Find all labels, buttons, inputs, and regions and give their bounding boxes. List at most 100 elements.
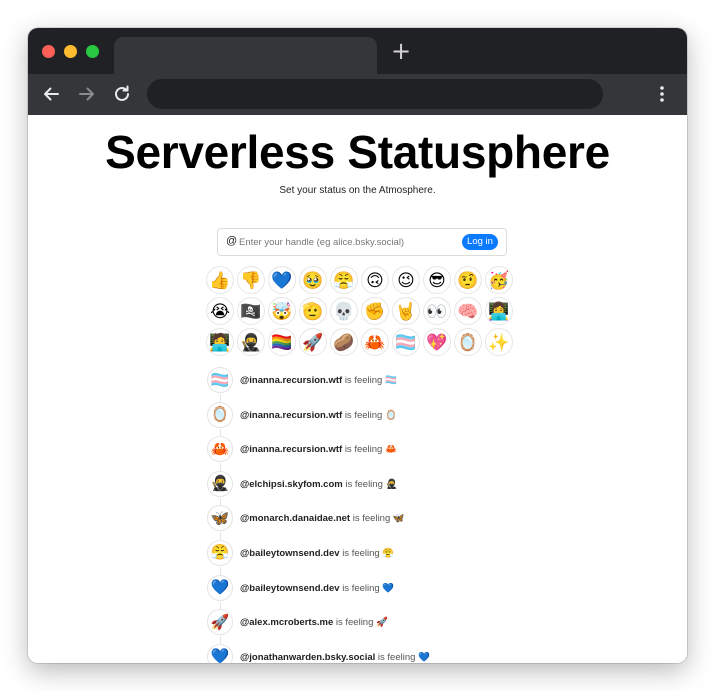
status-author-link[interactable]: @jonathanwarden.bsky.social	[240, 652, 375, 663]
status-feeling-label: is feeling	[344, 409, 383, 421]
status-author-link[interactable]: @elchipsi.skyfom.com	[240, 479, 343, 490]
status-author-link[interactable]: @baileytownsend.dev	[240, 548, 340, 559]
page-subtitle: Set your status on the Atmosphere.	[279, 185, 436, 196]
emoji-option-button[interactable]: ✊	[361, 297, 389, 325]
close-window-button[interactable]	[42, 45, 55, 58]
status-emoji-icon: 💙	[207, 574, 233, 601]
status-item: 🦋 @monarch.danaidae.net is feeling 🦋	[207, 505, 527, 541]
emoji-picker: 👍 👎 💙 🥹 😤 🙃 😉 😎 🤨 🥳 😭 🏴‍☠️ 🤯 🫡 💀 ✊ 🤘 👀 🧠 👩‍💻 🧑‍💻 🥷 🏳️‍🌈 🚀 🥔 🦀 🏳️‍⚧…	[206, 266, 516, 359]
status-emoji: 🦀	[384, 444, 397, 456]
page-content: Serverless Statusphere Set your status o…	[28, 115, 687, 663]
status-feeling-label: is feeling	[342, 582, 380, 594]
emoji-option-button[interactable]: 👎	[237, 266, 265, 294]
reload-icon[interactable]	[111, 83, 133, 105]
status-text: @inanna.recursion.wtf is feeling 🦀	[240, 444, 397, 455]
status-item: 🥷 @elchipsi.skyfom.com is feeling 🥷	[207, 470, 527, 506]
emoji-option-button[interactable]: 👀	[423, 297, 451, 325]
emoji-option-button[interactable]: 🪞	[454, 328, 482, 356]
emoji-option-button[interactable]: 💙	[268, 266, 296, 294]
emoji-option-button[interactable]: 😉	[392, 266, 420, 294]
emoji-option-button[interactable]: 👩‍💻	[485, 297, 513, 325]
status-emoji-icon: 💙	[207, 643, 233, 663]
status-emoji: 🥷	[385, 478, 398, 490]
status-emoji-icon: 🦋	[207, 505, 233, 532]
status-author-link[interactable]: @inanna.recursion.wtf	[240, 444, 342, 455]
status-feeling-label: is feeling	[352, 513, 391, 525]
forward-arrow-icon[interactable]	[76, 83, 98, 105]
emoji-option-button[interactable]: 👍	[206, 266, 234, 294]
status-emoji-icon: 🚀	[207, 609, 233, 636]
status-emoji: 🪞	[384, 409, 397, 421]
new-tab-button[interactable]: +	[391, 39, 411, 63]
status-text: @alex.mcroberts.me is feeling 🚀	[240, 617, 388, 628]
status-item: 🪞 @inanna.recursion.wtf is feeling 🪞	[207, 401, 527, 437]
status-author-link[interactable]: @monarch.danaidae.net	[240, 513, 350, 524]
more-menu-icon[interactable]	[652, 84, 672, 104]
emoji-option-button[interactable]: 🦀	[361, 328, 389, 356]
browser-window: + Serverless Statusphere Set your status…	[28, 28, 687, 663]
emoji-option-button[interactable]: 🥷	[237, 328, 265, 356]
status-feeling-label: is feeling	[335, 617, 374, 629]
emoji-option-button[interactable]: 🥹	[299, 266, 327, 294]
status-author-link[interactable]: @inanna.recursion.wtf	[240, 410, 342, 421]
emoji-option-button[interactable]: 🤯	[268, 297, 296, 325]
status-emoji: 💙	[382, 582, 395, 594]
status-emoji: 💙	[418, 651, 430, 663]
emoji-option-button[interactable]: 💀	[330, 297, 358, 325]
emoji-option-button[interactable]: 🙃	[361, 266, 389, 294]
status-emoji-icon: 😤	[207, 539, 233, 566]
status-text: @monarch.danaidae.net is feeling 🦋	[240, 513, 405, 524]
emoji-option-button[interactable]: 🏳️‍⚧️	[392, 328, 420, 356]
browser-toolbar	[28, 74, 687, 115]
emoji-option-button[interactable]: 🤘	[392, 297, 420, 325]
back-arrow-icon[interactable]	[40, 83, 62, 105]
emoji-option-button[interactable]: 🫡	[299, 297, 327, 325]
emoji-option-button[interactable]: 🥳	[485, 266, 513, 294]
status-author-link[interactable]: @baileytownsend.dev	[240, 583, 340, 594]
status-item: 💙 @baileytownsend.dev is feeling 💙	[207, 574, 527, 610]
emoji-option-button[interactable]: 🚀	[299, 328, 327, 356]
status-text: @baileytownsend.dev is feeling 😤	[240, 548, 394, 559]
status-author-link[interactable]: @inanna.recursion.wtf	[240, 375, 342, 386]
status-text: @elchipsi.skyfom.com is feeling 🥷	[240, 479, 397, 490]
tab-bar: +	[28, 28, 687, 74]
status-item: 🚀 @alex.mcroberts.me is feeling 🚀	[207, 609, 527, 645]
handle-input[interactable]	[239, 234, 459, 250]
status-feeling-label: is feeling	[342, 547, 380, 559]
emoji-option-button[interactable]: 🥔	[330, 328, 358, 356]
login-form: @ Log in	[217, 228, 507, 256]
status-item: 😤 @baileytownsend.dev is feeling 😤	[207, 539, 527, 575]
status-feeling-label: is feeling	[377, 651, 416, 663]
status-emoji-icon: 🦀	[207, 436, 233, 463]
status-text: @baileytownsend.dev is feeling 💙	[240, 583, 394, 594]
emoji-option-button[interactable]: 😎	[423, 266, 451, 294]
emoji-option-button[interactable]: 🧑‍💻	[206, 328, 234, 356]
status-emoji: 🚀	[376, 617, 388, 629]
status-feeling-label: is feeling	[345, 478, 383, 490]
at-symbol: @	[226, 235, 238, 247]
status-item: 🏳️‍⚧️ @inanna.recursion.wtf is feeling 🏳️…	[207, 367, 527, 402]
active-tab[interactable]	[114, 37, 377, 74]
status-author-link[interactable]: @alex.mcroberts.me	[240, 617, 333, 628]
status-emoji-icon: 🪞	[207, 401, 233, 428]
emoji-option-button[interactable]: 💖	[423, 328, 451, 356]
page-title: Serverless Statusphere	[105, 126, 610, 178]
emoji-option-button[interactable]: 😤	[330, 266, 358, 294]
emoji-option-button[interactable]: 🤨	[454, 266, 482, 294]
maximize-window-button[interactable]	[86, 45, 99, 58]
emoji-option-button[interactable]: 😭	[206, 297, 234, 325]
emoji-option-button[interactable]: ✨	[485, 328, 513, 356]
emoji-option-button[interactable]: 🧠	[454, 297, 482, 325]
login-button[interactable]: Log in	[462, 234, 498, 250]
status-feeling-label: is feeling	[344, 375, 383, 386]
status-item: 🦀 @inanna.recursion.wtf is feeling 🦀	[207, 436, 527, 472]
status-emoji-icon: 🏳️‍⚧️	[207, 367, 233, 393]
address-bar[interactable]	[147, 79, 603, 109]
status-text: @jonathanwarden.bsky.social is feeling 💙	[240, 652, 430, 663]
minimize-window-button[interactable]	[64, 45, 77, 58]
status-emoji: 🏳️‍⚧️	[384, 375, 397, 386]
status-text: @inanna.recursion.wtf is feeling 🪞	[240, 410, 397, 421]
status-emoji: 🦋	[392, 513, 405, 525]
emoji-option-button[interactable]: 🏴‍☠️	[237, 297, 265, 325]
emoji-option-button[interactable]: 🏳️‍🌈	[268, 328, 296, 356]
